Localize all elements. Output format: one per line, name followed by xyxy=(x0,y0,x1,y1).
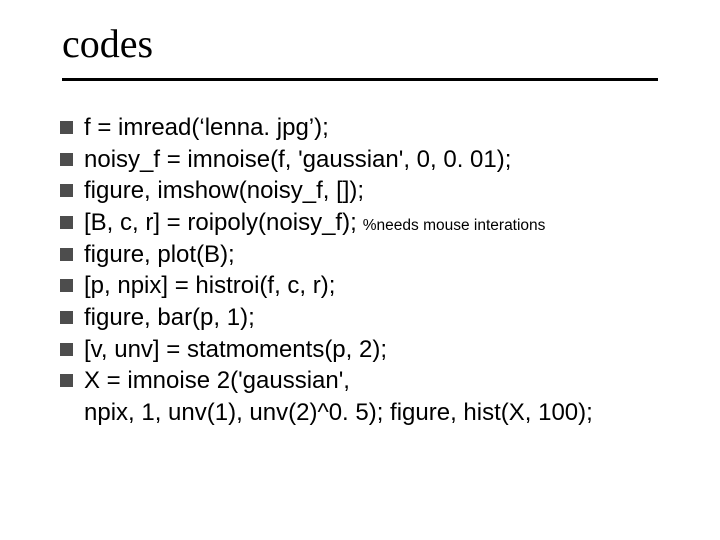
code-line: figure, imshow(noisy_f, []); xyxy=(60,175,670,207)
code-text: X = imnoise 2('gaussian', xyxy=(84,365,350,397)
code-line: figure, plot(B); xyxy=(60,239,670,271)
code-line: [p, npix] = histroi(f, c, r); xyxy=(60,270,670,302)
code-line: [B, c, r] = roipoly(noisy_f); %needs mous… xyxy=(60,207,670,239)
slide-title: codes xyxy=(62,21,153,66)
square-bullet-icon xyxy=(60,343,73,356)
code-text: f = imread(‘lenna. jpg’); xyxy=(84,112,329,144)
code-text: [p, npix] = histroi(f, c, r); xyxy=(84,270,335,302)
title-row: codes xyxy=(0,0,720,67)
code-text: [v, unv] = statmoments(p, 2); xyxy=(84,334,387,366)
code-line: noisy_f = imnoise(f, 'gaussian', 0, 0. 0… xyxy=(60,144,670,176)
code-line: X = imnoise 2('gaussian', xyxy=(60,365,670,397)
code-line: [v, unv] = statmoments(p, 2); xyxy=(60,334,670,366)
square-bullet-icon xyxy=(60,279,73,292)
square-bullet-icon xyxy=(60,153,73,166)
code-text: figure, imshow(noisy_f, []); xyxy=(84,175,364,207)
code-text-main: [B, c, r] = roipoly(noisy_f); xyxy=(84,209,357,236)
square-bullet-icon xyxy=(60,248,73,261)
title-underline xyxy=(62,78,658,81)
code-line: f = imread(‘lenna. jpg’); xyxy=(60,112,670,144)
code-text: [B, c, r] = roipoly(noisy_f); %needs mous… xyxy=(84,207,545,239)
code-text: figure, plot(B); xyxy=(84,239,235,271)
square-bullet-icon xyxy=(60,184,73,197)
square-bullet-icon xyxy=(60,216,73,229)
square-bullet-icon xyxy=(60,311,73,324)
code-text: noisy_f = imnoise(f, 'gaussian', 0, 0. 0… xyxy=(84,144,511,176)
code-line: figure, bar(p, 1); xyxy=(60,302,670,334)
code-text: figure, bar(p, 1); xyxy=(84,302,255,334)
square-bullet-icon xyxy=(60,121,73,134)
slide: codes f = imread(‘lenna. jpg’); noisy_f … xyxy=(0,0,720,540)
square-bullet-icon xyxy=(60,374,73,387)
body: f = imread(‘lenna. jpg’); noisy_f = imno… xyxy=(60,112,670,429)
code-comment: %needs mouse interations xyxy=(363,217,546,234)
code-continuation: npix, 1, unv(1), unv(2)^0. 5); figure, h… xyxy=(84,397,670,429)
